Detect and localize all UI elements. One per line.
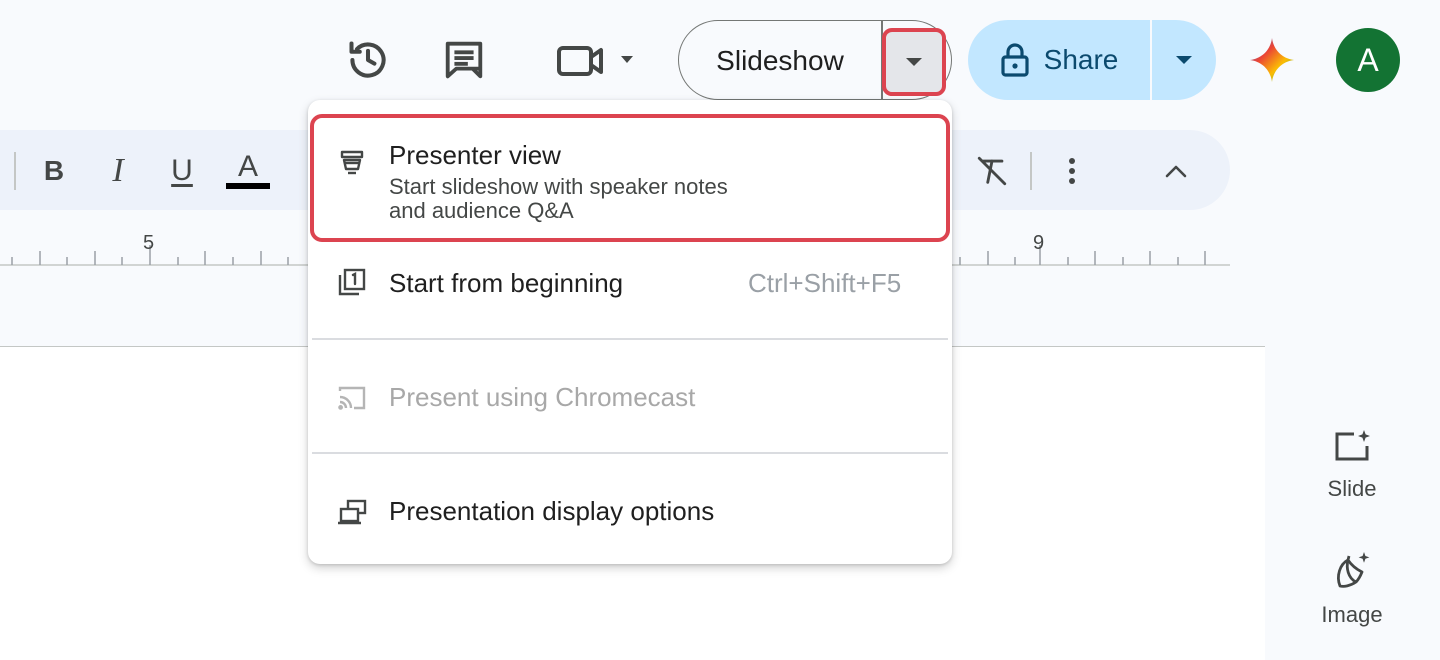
more-options-button[interactable] (1050, 148, 1094, 194)
italic-icon: I (112, 152, 124, 189)
slideshow-button[interactable]: Slideshow (679, 21, 881, 99)
menu-divider (312, 452, 948, 454)
generate-slide-button[interactable]: Slide (1300, 428, 1404, 502)
toolbar-divider (1030, 152, 1032, 190)
menu-item-title: Start from beginning (389, 268, 624, 298)
gemini-icon[interactable] (1246, 34, 1298, 86)
ruler-label: 5 (143, 232, 155, 254)
chromecast-icon (336, 382, 368, 414)
clear-formatting-button[interactable] (970, 148, 1014, 194)
share-label: Share (1043, 44, 1119, 75)
menu-item-title: Present using Chromecast (389, 382, 696, 412)
slide-label: Slide (1327, 476, 1377, 501)
bold-button[interactable]: B (32, 148, 76, 194)
ruler-label: 9 (1033, 232, 1045, 254)
caret-down-icon (1176, 56, 1192, 64)
share-button[interactable]: Share (968, 20, 1150, 100)
display-options-icon (336, 496, 368, 528)
slideshow-dropdown-button[interactable] (882, 28, 946, 96)
menu-item-title: Presentation display options (389, 496, 715, 526)
more-options-icon (1069, 158, 1075, 184)
share-button-group: Share (968, 20, 1216, 100)
caret-down-icon (906, 58, 922, 66)
avatar[interactable]: A (1336, 28, 1400, 92)
generate-image-button[interactable]: Image (1300, 550, 1404, 628)
collapse-toolbar-button[interactable] (1154, 148, 1198, 194)
lock-icon (1001, 43, 1029, 77)
image-label: Image (1321, 602, 1383, 627)
clear-formatting-icon (977, 156, 1007, 186)
underline-button[interactable]: U (160, 148, 204, 194)
share-dropdown-button[interactable] (1152, 20, 1216, 100)
text-color-swatch (226, 183, 270, 189)
highlight-box (310, 114, 950, 242)
menu-item-shortcut: Ctrl+Shift+F5 (748, 268, 902, 298)
comments-icon[interactable] (440, 36, 488, 84)
toolbar-divider (14, 152, 16, 190)
bold-icon: B (43, 155, 65, 186)
menu-divider (312, 338, 948, 340)
chevron-up-icon (1165, 165, 1187, 178)
meet-icon[interactable] (552, 36, 640, 84)
text-color-icon: A (237, 150, 258, 183)
underline-icon: U (171, 154, 193, 187)
text-color-button[interactable]: A (226, 148, 270, 194)
version-history-icon[interactable] (344, 36, 392, 84)
banana-sparkle-icon (1337, 552, 1370, 588)
slide-sparkle-icon (1335, 430, 1370, 461)
start-from-beginning-icon (336, 266, 368, 298)
italic-button[interactable]: I (96, 148, 140, 194)
